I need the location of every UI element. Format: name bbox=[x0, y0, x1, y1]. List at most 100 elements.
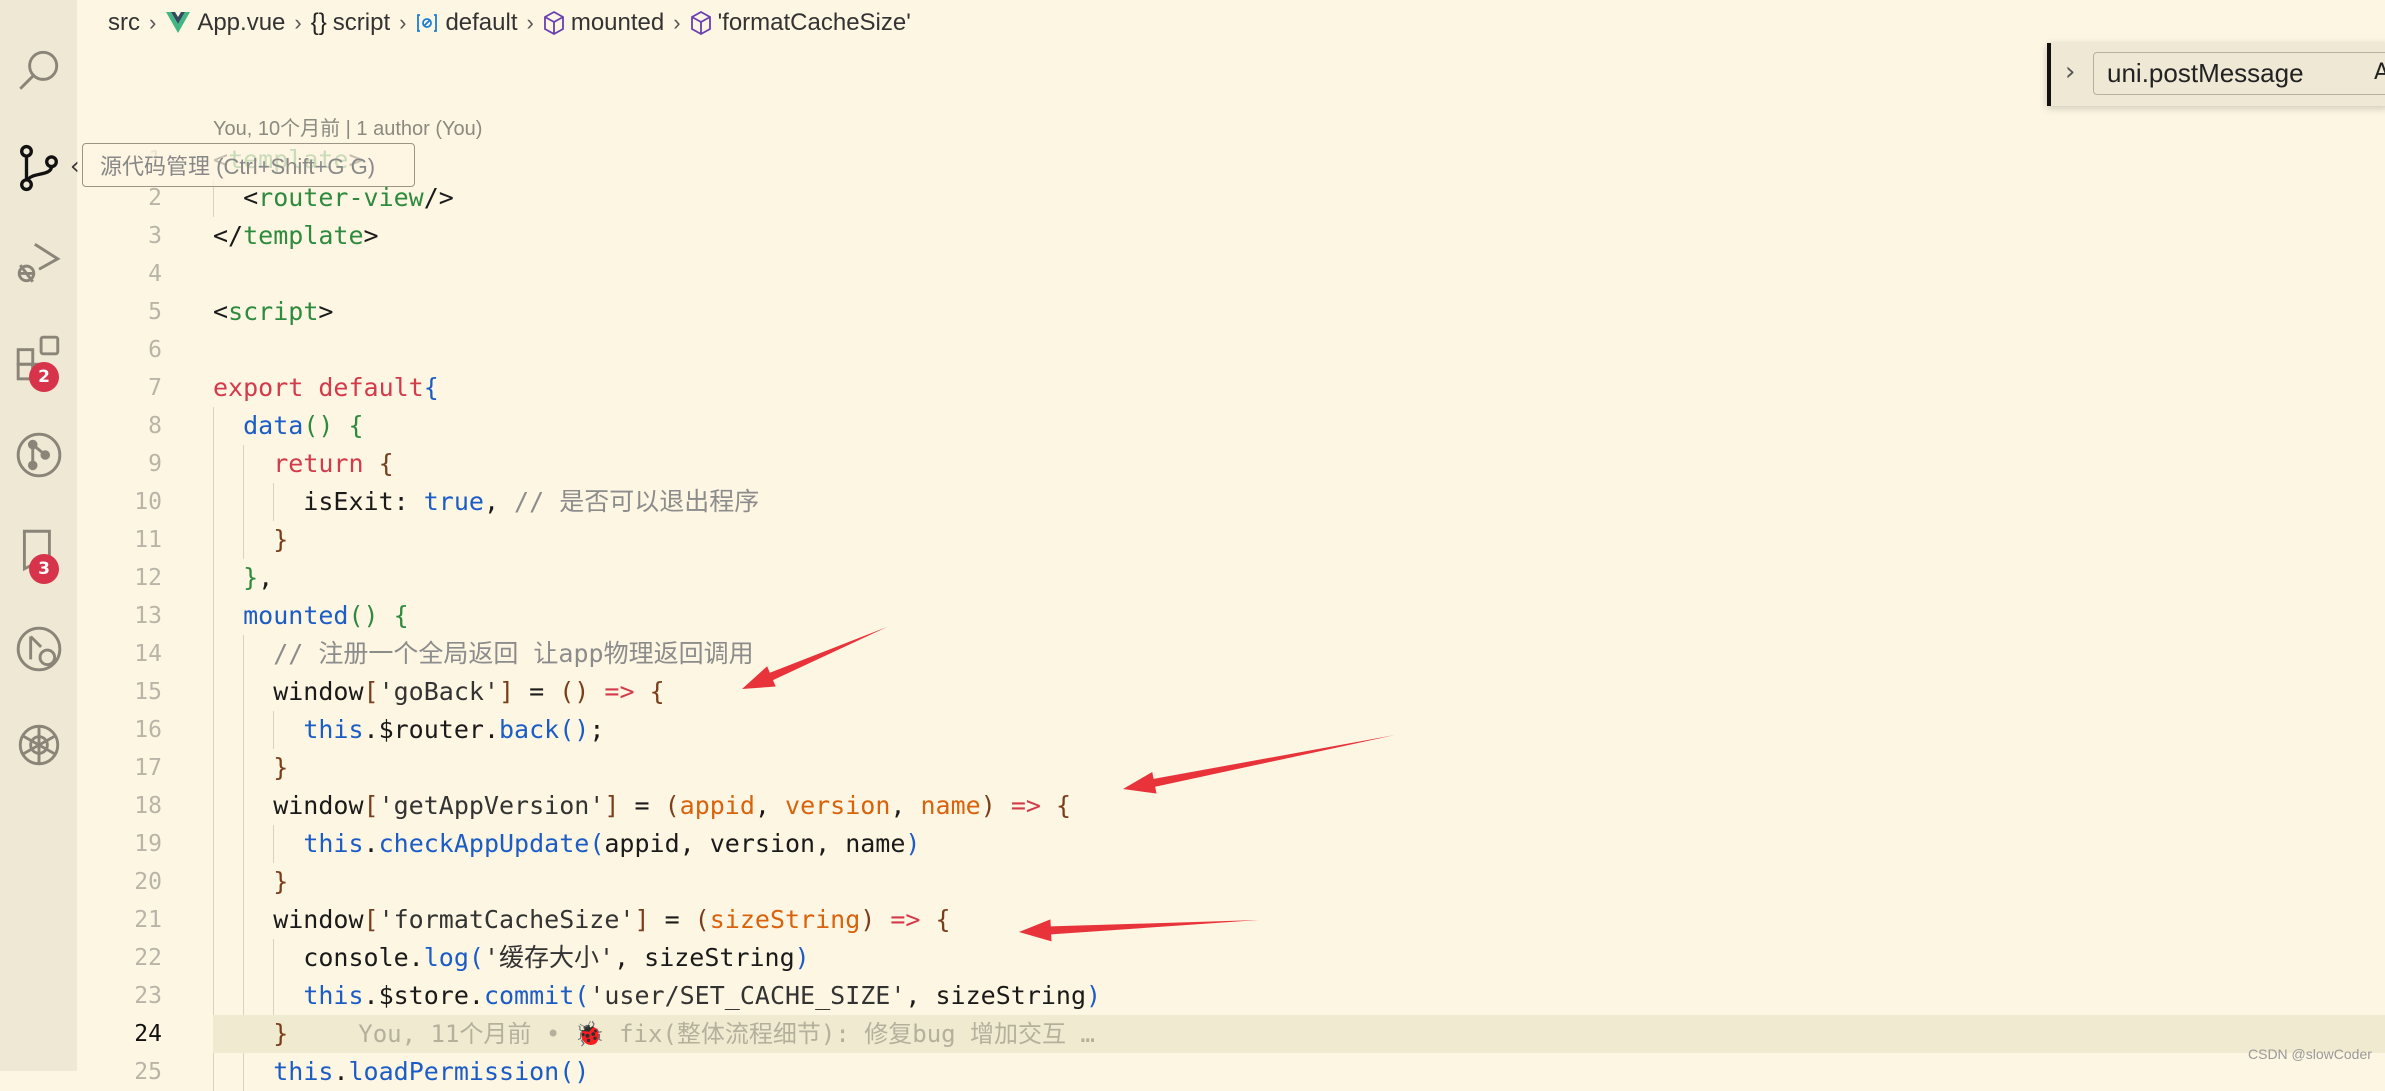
code-line[interactable]: <script> bbox=[213, 293, 2385, 331]
code-token: isExit: bbox=[213, 487, 424, 516]
line-number: 16 bbox=[134, 717, 162, 743]
code-line[interactable]: </template> bbox=[213, 217, 2385, 255]
code-token: 'getAppVersion' bbox=[378, 791, 605, 820]
activity-extensions[interactable]: 2 bbox=[0, 323, 77, 393]
breadcrumb-item[interactable]: App.vue bbox=[197, 9, 285, 37]
activity-bookmarks[interactable]: 3 bbox=[0, 515, 77, 585]
code-token: > bbox=[363, 221, 379, 250]
code-token: '缓存大小' bbox=[483, 943, 615, 972]
code-token: ( bbox=[468, 943, 484, 972]
code-token: ) bbox=[794, 943, 810, 972]
code-line[interactable] bbox=[213, 331, 2385, 369]
code-token: ] bbox=[604, 791, 620, 820]
code-token: { bbox=[1056, 791, 1072, 820]
code-token: ) bbox=[980, 791, 996, 820]
indent-guide bbox=[273, 977, 275, 1015]
code-line[interactable]: this.checkAppUpdate(appid, version, name… bbox=[213, 825, 2385, 863]
code-token: ( bbox=[589, 829, 605, 858]
codelens-authors[interactable]: You, 10个月前 | 1 author (You) bbox=[213, 112, 482, 141]
code-line[interactable]: this.$store.commit('user/SET_CACHE_SIZE'… bbox=[213, 977, 2385, 1015]
code-line[interactable]: return { bbox=[213, 445, 2385, 483]
code-token: checkAppUpdate bbox=[378, 829, 590, 858]
indent-guide bbox=[243, 749, 245, 787]
code-line[interactable]: <template> bbox=[213, 141, 2385, 179]
source-control-icon bbox=[19, 144, 58, 192]
code-line[interactable]: this.loadPermission() bbox=[213, 1053, 2385, 1091]
variable-icon bbox=[415, 11, 439, 35]
breadcrumb-item[interactable]: mounted bbox=[571, 9, 664, 37]
git-blame-annotation[interactable]: You, 11个月前 • 🐞 fix(整体流程细节): 修复bug 增加交互 … bbox=[358, 1020, 1095, 1048]
watermark: CSDN @slowCoder bbox=[2248, 1046, 2372, 1062]
indent-guide bbox=[243, 635, 245, 673]
breadcrumb-item[interactable]: 'formatCacheSize' bbox=[718, 9, 911, 37]
source-control-tooltip: 源代码管理 (Ctrl+Shift+G G) bbox=[82, 143, 415, 187]
openai-icon bbox=[18, 724, 59, 766]
code-line[interactable]: window['formatCacheSize'] = (sizeString)… bbox=[213, 901, 2385, 939]
breadcrumb-item[interactable]: script bbox=[333, 9, 390, 37]
indent-guide bbox=[213, 1053, 214, 1091]
indent-guide bbox=[213, 825, 214, 863]
code-line[interactable]: this.$router.back(); bbox=[213, 711, 2385, 749]
code-token: ] bbox=[634, 905, 650, 934]
code-token: } bbox=[273, 525, 289, 554]
indent-guide bbox=[243, 939, 245, 977]
code-token: window bbox=[213, 791, 364, 820]
code-token: appid bbox=[679, 791, 755, 820]
breadcrumb-item[interactable]: default bbox=[445, 9, 517, 37]
code-token: this bbox=[303, 715, 364, 744]
toggle-replace-chevron-icon[interactable]: › bbox=[2065, 57, 2075, 87]
line-number: 7 bbox=[148, 375, 162, 401]
activity-source-control[interactable] bbox=[0, 133, 77, 203]
code-line[interactable]: } bbox=[213, 863, 2385, 901]
code-line[interactable]: console.log('缓存大小', sizeString) bbox=[213, 939, 2385, 977]
activity-git-graph[interactable] bbox=[0, 420, 77, 490]
activity-chatgpt[interactable] bbox=[0, 710, 77, 780]
code-line[interactable]: mounted() { bbox=[213, 597, 2385, 635]
activity-search[interactable] bbox=[0, 35, 77, 105]
code-line[interactable]: window['getAppVersion'] = (appid, versio… bbox=[213, 787, 2385, 825]
code-token: window bbox=[213, 677, 364, 706]
indent-guide bbox=[213, 445, 214, 483]
breadcrumb-item[interactable]: src bbox=[108, 9, 140, 37]
indent-guide bbox=[243, 977, 245, 1015]
run-debug-icon bbox=[17, 243, 61, 283]
code-line[interactable]: <router-view/> bbox=[213, 179, 2385, 217]
indent-guide bbox=[213, 977, 214, 1015]
code-token: ] bbox=[499, 677, 515, 706]
indent-guide bbox=[273, 825, 275, 863]
match-case-option[interactable]: A bbox=[2374, 60, 2385, 85]
code-token: = bbox=[649, 905, 695, 934]
breadcrumb-separator-icon: › bbox=[673, 10, 681, 35]
code-token: /> bbox=[423, 183, 454, 212]
code-line[interactable] bbox=[213, 255, 2385, 293]
activity-git-lens[interactable] bbox=[0, 614, 77, 684]
code-line[interactable]: window['goBack'] = () => { bbox=[213, 673, 2385, 711]
code-line[interactable]: } bbox=[213, 521, 2385, 559]
code-token: 'user/SET_CACHE_SIZE' bbox=[589, 981, 906, 1010]
activity-run-debug[interactable] bbox=[0, 228, 77, 298]
indent-guide bbox=[243, 863, 245, 901]
indent-guide bbox=[243, 483, 245, 521]
line-number: 15 bbox=[134, 679, 162, 705]
code-line[interactable]: }, bbox=[213, 559, 2385, 597]
code-token: // 注册一个全局返回 让app物理返回调用 bbox=[273, 639, 754, 668]
code-line[interactable]: } bbox=[213, 749, 2385, 787]
code-token: 'goBack' bbox=[378, 677, 499, 706]
code-line[interactable]: isExit: true, // 是否可以退出程序 bbox=[213, 483, 2385, 521]
code-token: , bbox=[890, 791, 921, 820]
find-input[interactable]: uni.postMessage bbox=[2093, 52, 2385, 95]
code-editor[interactable]: <template> <router-view/></template> <scr… bbox=[213, 141, 2385, 1091]
code-line[interactable]: // 注册一个全局返回 让app物理返回调用 bbox=[213, 635, 2385, 673]
code-token: { bbox=[348, 411, 364, 440]
code-line[interactable]: } You, 11个月前 • 🐞 fix(整体流程细节): 修复bug 增加交互 … bbox=[213, 1015, 2385, 1053]
code-line[interactable]: data() { bbox=[213, 407, 2385, 445]
code-token: ; bbox=[589, 715, 605, 744]
code-token: () bbox=[303, 411, 334, 440]
code-token: ) bbox=[860, 905, 876, 934]
line-number: 3 bbox=[148, 223, 162, 249]
code-line[interactable]: export default{ bbox=[213, 369, 2385, 407]
